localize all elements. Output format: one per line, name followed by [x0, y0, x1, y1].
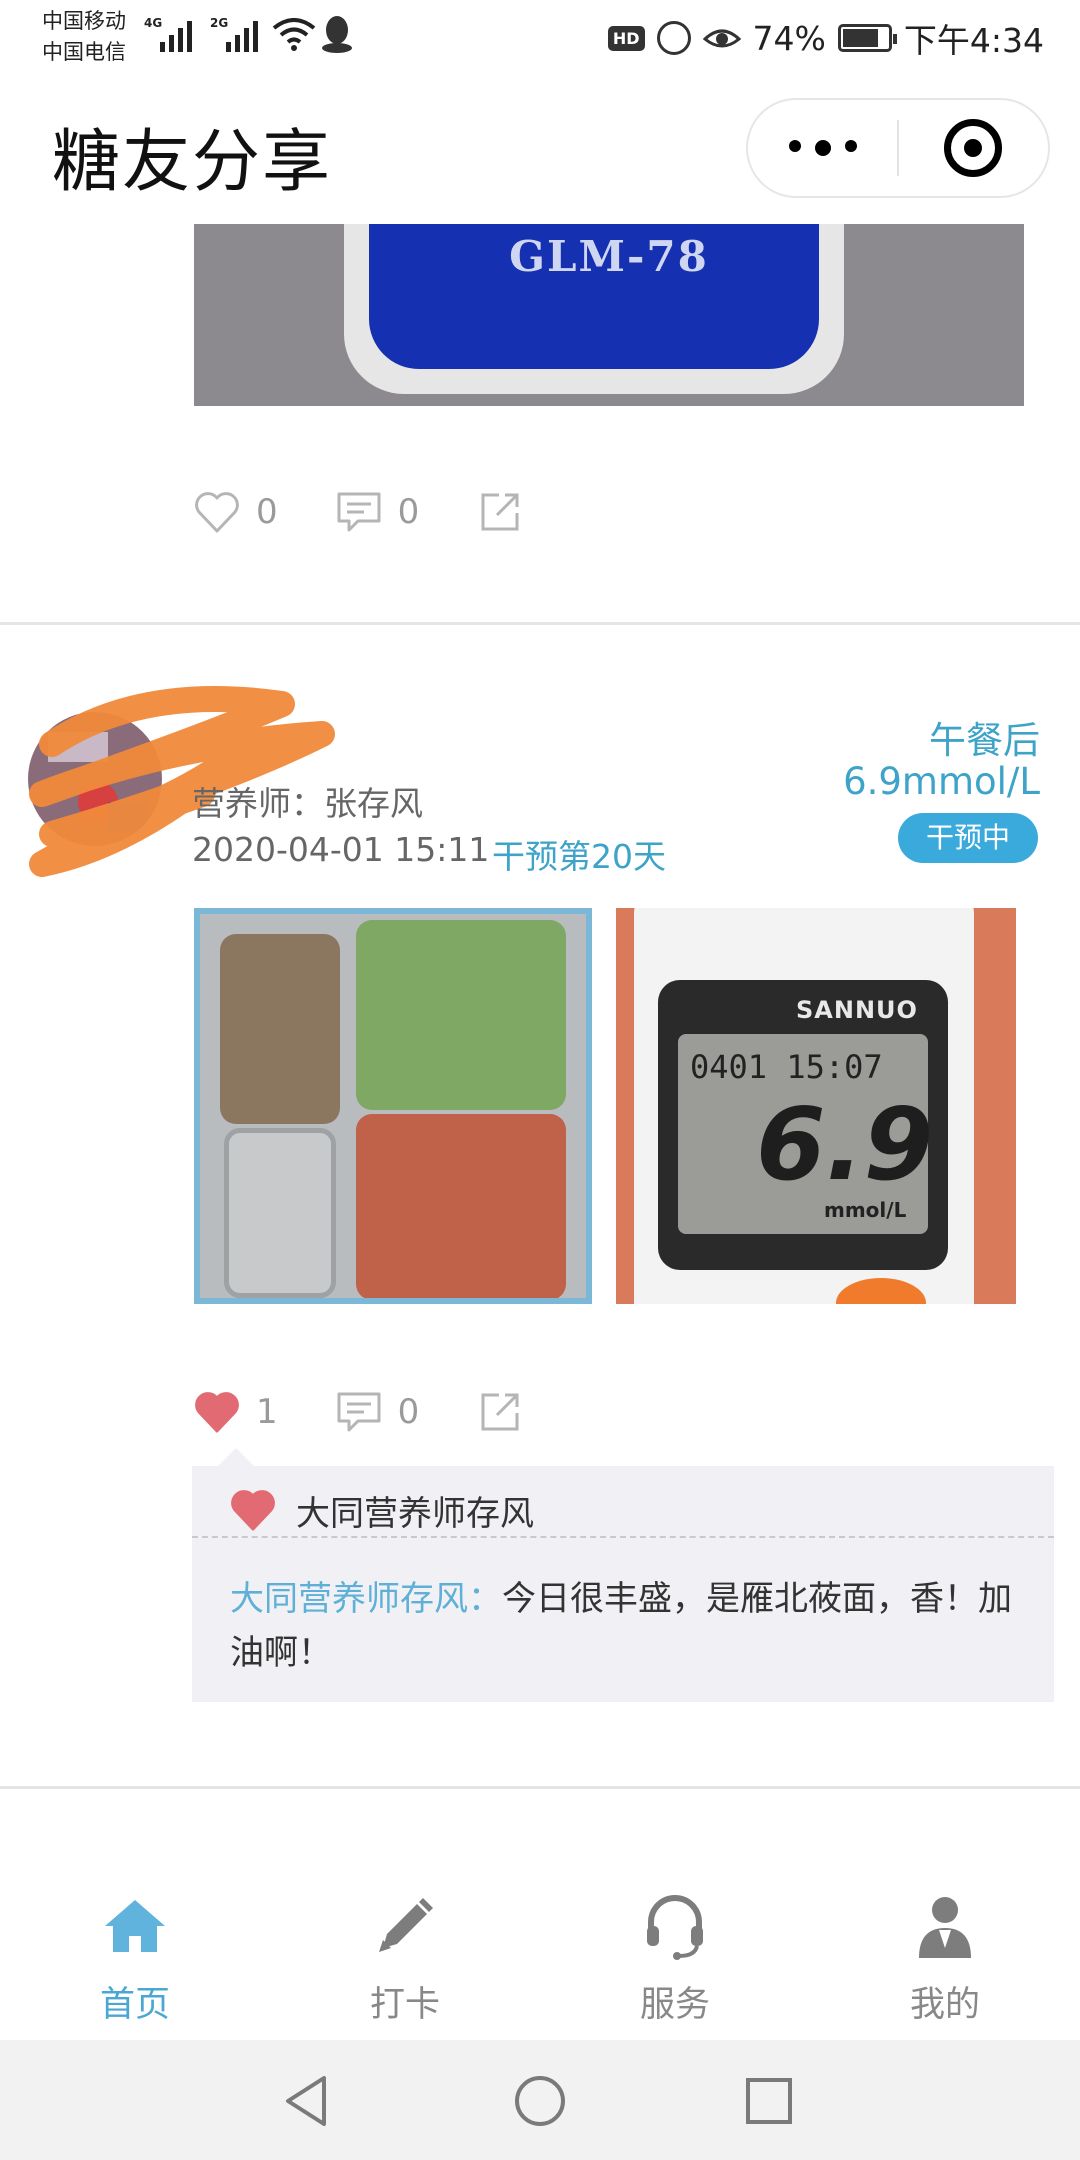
- system-nav-bar: [0, 2040, 1080, 2160]
- heart-filled-icon: [195, 1392, 239, 1433]
- post-photo[interactable]: GLM-78: [194, 224, 1024, 406]
- pencil-icon: [379, 1898, 433, 1952]
- status-right: HD 74% 下午4:34: [607, 14, 1044, 62]
- intervention-days: 干预第20天: [492, 837, 666, 876]
- share-button[interactable]: [475, 487, 525, 537]
- comment-button[interactable]: 0: [334, 1387, 420, 1437]
- tab-service[interactable]: 服务: [540, 1870, 810, 2040]
- nutritionist-name: 营养师：张存风: [192, 784, 423, 823]
- recents-icon[interactable]: [734, 2066, 804, 2136]
- meter-reading: 6.9: [756, 1086, 934, 1203]
- like-count: 0: [256, 492, 278, 532]
- wifi-icon: [272, 18, 316, 51]
- meal-photo[interactable]: [194, 908, 592, 1304]
- post-actions: 0 0: [192, 482, 581, 542]
- comment-icon: [337, 492, 381, 532]
- clock: 下午4:34: [903, 21, 1044, 60]
- more-icon[interactable]: [748, 140, 897, 156]
- battery-icon: [837, 24, 897, 52]
- status-badge: 干预中: [897, 813, 1038, 863]
- tab-checkin[interactable]: 打卡: [270, 1870, 540, 2040]
- post-datetime: 2020-04-01 15:11: [192, 830, 490, 869]
- home-icon: [105, 1900, 165, 1952]
- meter-unit: mmol/L: [824, 1198, 907, 1222]
- signal-icon-2: [226, 14, 264, 52]
- tab-mine[interactable]: 我的: [810, 1870, 1080, 2040]
- post-actions: 1 0: [192, 1382, 581, 1442]
- post-divider: [0, 622, 1080, 625]
- battery-percent: 74%: [752, 18, 826, 58]
- liker-name[interactable]: 大同营养师存风: [296, 1486, 534, 1535]
- heart-filled-icon: [231, 1490, 275, 1531]
- comment-item[interactable]: 大同营养师存风：今日很丰盛，是雁北莜面，香！加油啊！: [230, 1572, 1020, 1680]
- page-title: 糖友分享: [52, 123, 333, 202]
- meter-brand: SANNUO: [796, 996, 918, 1024]
- tab-label: 服务: [639, 1985, 710, 2025]
- heart-outline-icon: [195, 492, 239, 533]
- panel-pointer: [218, 1448, 254, 1466]
- like-count: 1: [256, 1392, 278, 1432]
- nav-bar: 糖友分享: [0, 78, 1080, 220]
- status-bar: 中国移动 中国电信 4G 2G HD 74% 下午4:34: [0, 0, 1080, 78]
- eye-icon: [702, 29, 741, 48]
- close-button[interactable]: [899, 119, 1048, 177]
- back-icon[interactable]: [272, 2066, 342, 2136]
- likes-row: 大同营养师存风: [228, 1480, 534, 1540]
- comment-author[interactable]: 大同营养师存风：: [230, 1579, 502, 1619]
- like-button[interactable]: 1: [192, 1387, 278, 1437]
- tab-home[interactable]: 首页: [0, 1870, 270, 2040]
- share-button[interactable]: [475, 1387, 525, 1437]
- panel-divider: [192, 1536, 1054, 1538]
- comment-icon: [337, 1392, 381, 1432]
- carrier-names: 中国移动 中国电信: [42, 6, 126, 68]
- qq-icon: [322, 16, 352, 53]
- signal-icon: [160, 14, 198, 52]
- target-icon: [944, 119, 1003, 177]
- volte-icon: [656, 21, 691, 55]
- meter-datetime: 0401 15:07: [690, 1048, 883, 1086]
- tab-label: 我的: [909, 1985, 980, 2025]
- tab-label: 打卡: [369, 1985, 440, 2025]
- share-icon: [481, 1393, 519, 1431]
- glucose-value: 6.9mmol/L: [843, 760, 1040, 803]
- photo-text: GLM-78: [509, 232, 709, 281]
- meter-photo[interactable]: SANNUO 0401 15:07 6.9 mmol/L: [616, 908, 1016, 1304]
- carrier-1: 中国移动: [42, 9, 126, 33]
- comment-button[interactable]: 0: [334, 487, 420, 537]
- share-icon: [481, 493, 519, 531]
- comment-count: 0: [397, 1392, 420, 1432]
- headset-icon: [647, 1895, 703, 1960]
- home-button-icon[interactable]: [505, 2066, 575, 2136]
- doctor-icon: [919, 1897, 971, 1958]
- post-divider: [0, 1786, 1080, 1789]
- hd-badge: HD: [607, 25, 645, 51]
- like-button[interactable]: 0: [192, 487, 278, 537]
- carrier-2: 中国电信: [42, 40, 126, 64]
- tab-label: 首页: [99, 1985, 170, 2025]
- likes-comments-panel: 大同营养师存风 大同营养师存风：今日很丰盛，是雁北莜面，香！加油啊！: [192, 1466, 1054, 1702]
- tab-bar: 首页 打卡 服务 我的: [0, 1870, 1080, 2040]
- mini-program-capsule: [746, 98, 1050, 198]
- meal-period: 午餐后: [929, 719, 1040, 762]
- comment-count: 0: [397, 492, 420, 532]
